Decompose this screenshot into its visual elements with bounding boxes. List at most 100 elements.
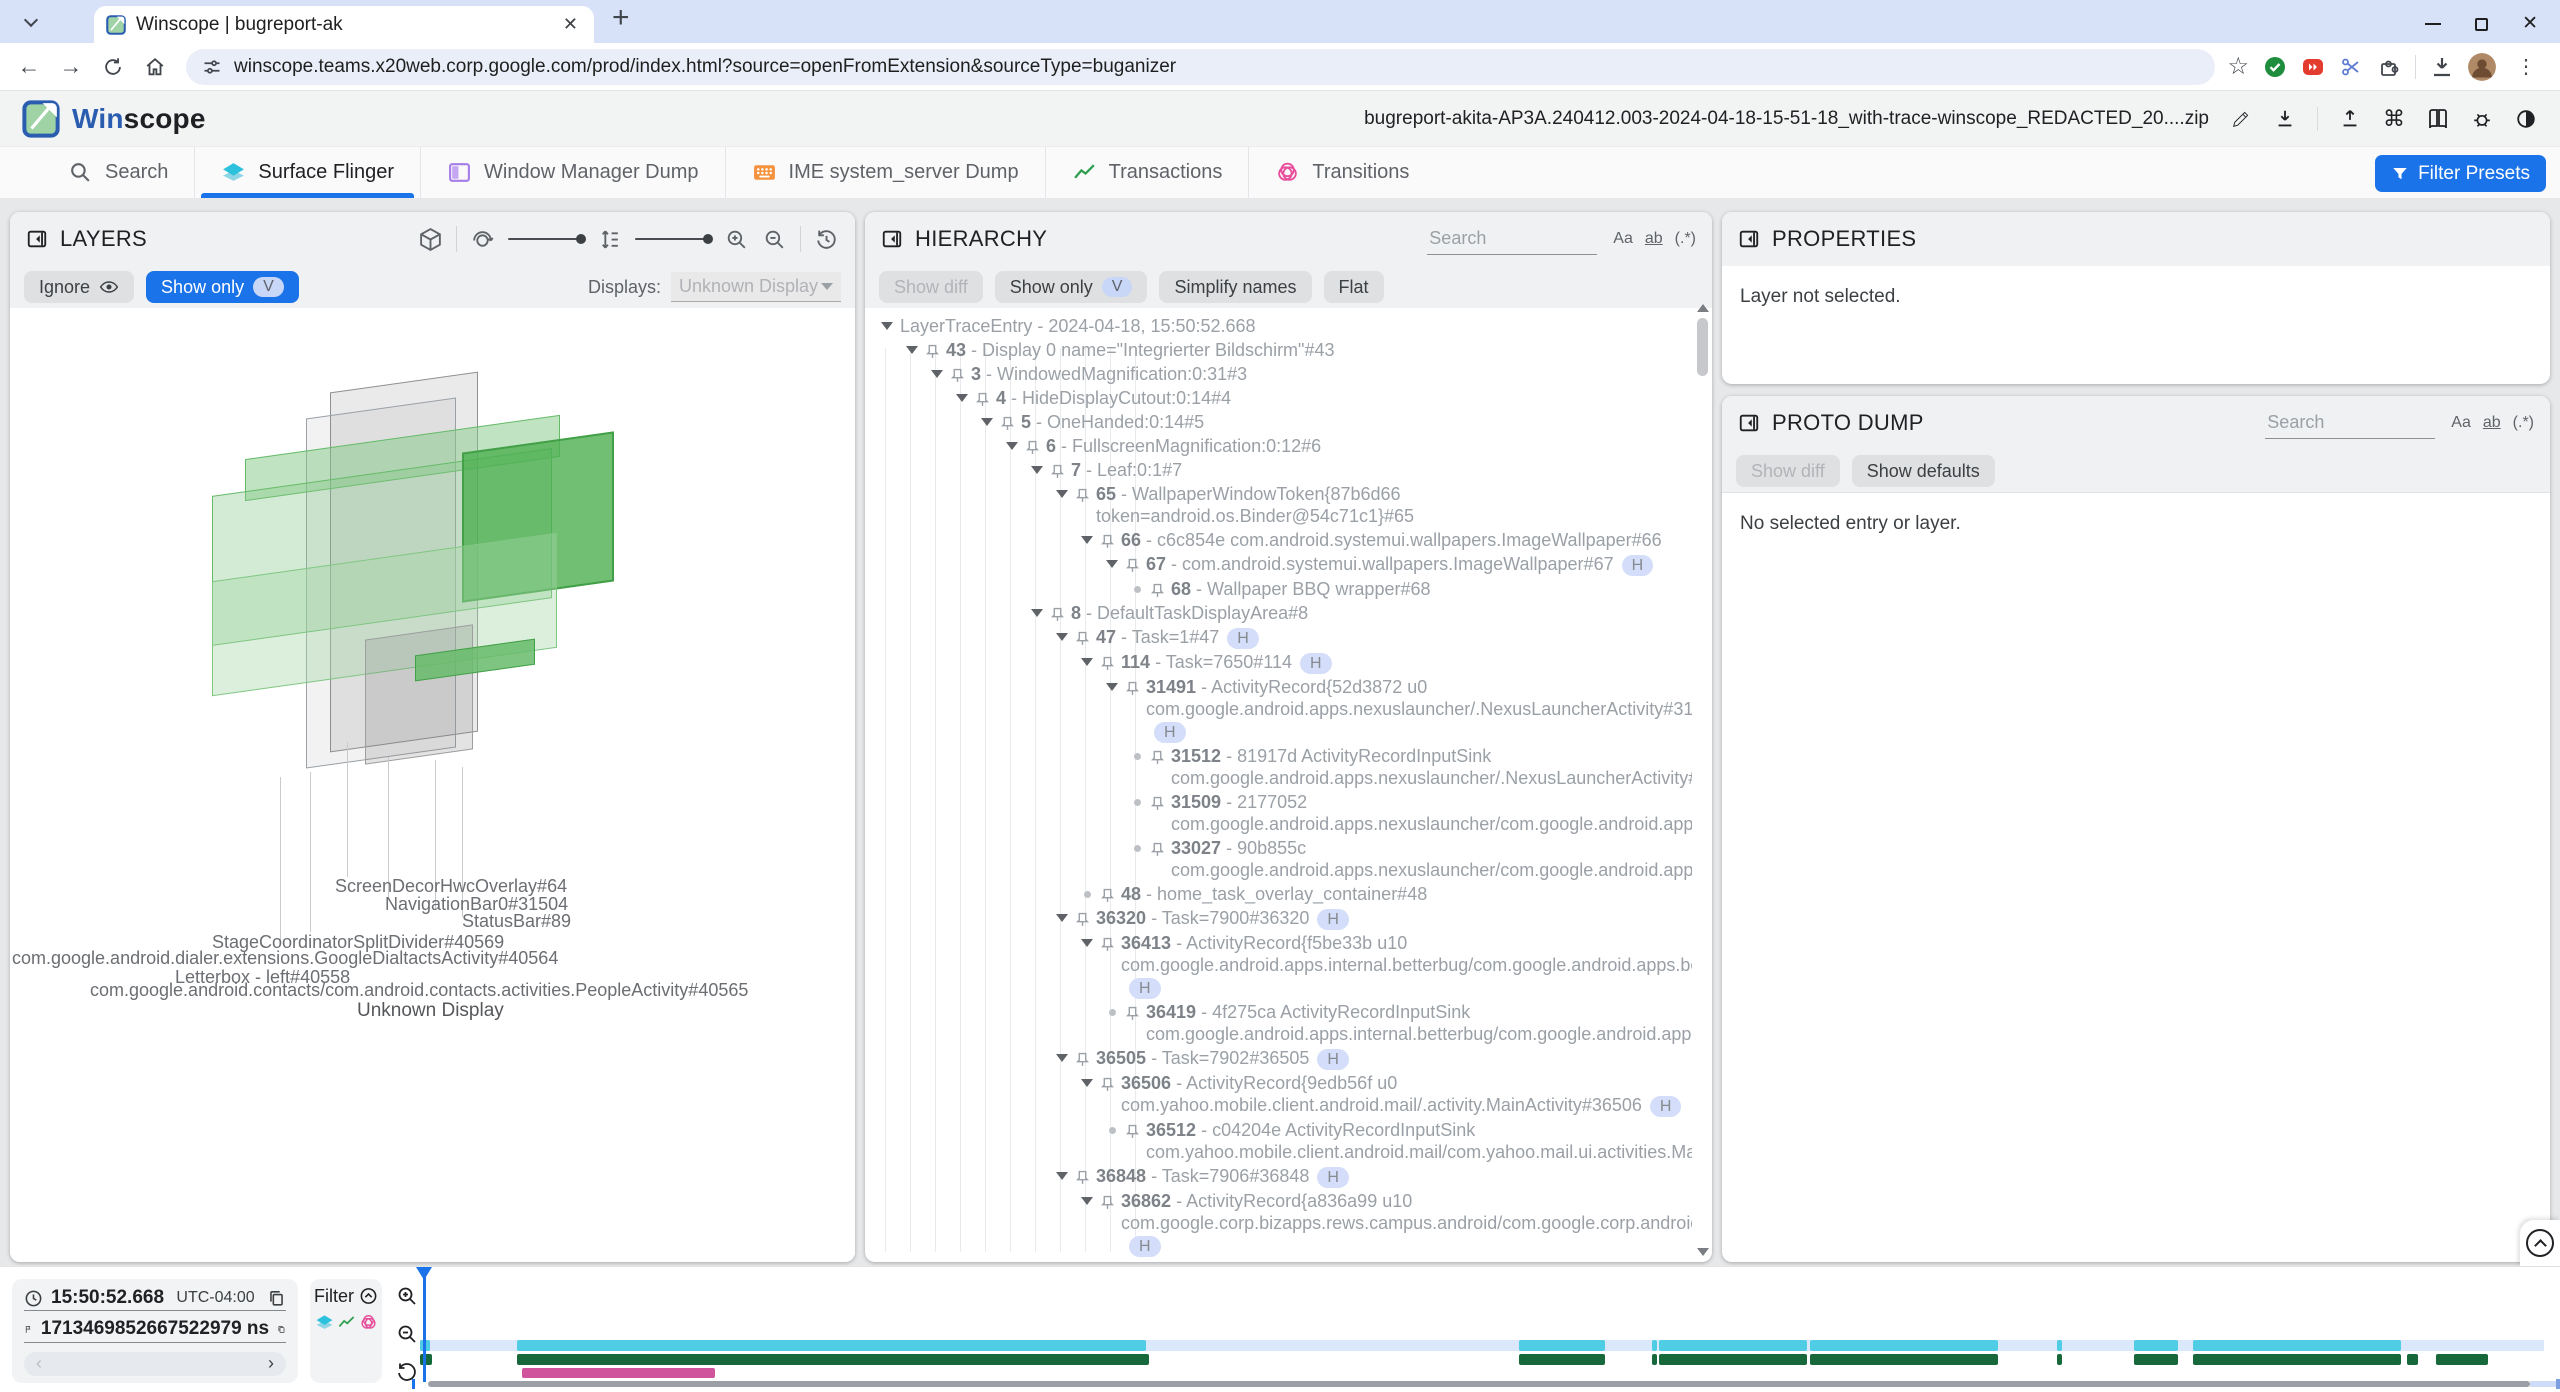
maximize-icon[interactable] (2475, 18, 2488, 31)
tree-row[interactable]: 8 - DefaultTaskDisplayArea#8 (865, 601, 1692, 625)
tree-row[interactable]: 31509 - 2177052 com.google.android.apps.… (865, 790, 1692, 836)
tree-row[interactable]: 3 - WindowedMagnification:0:31#3 (865, 362, 1692, 386)
expand-arrow-icon[interactable] (1056, 633, 1068, 641)
expand-arrow-icon[interactable] (1081, 658, 1093, 666)
layer-rect[interactable] (365, 624, 473, 764)
shortcuts-icon[interactable]: ⌘ (2382, 107, 2406, 131)
expand-arrow-icon[interactable] (1031, 466, 1043, 474)
tree-row[interactable]: 43 - Display 0 name="Integrierter Bildsc… (865, 338, 1692, 362)
extension-scissors-icon[interactable] (2339, 55, 2363, 79)
timeline-scrollbar[interactable] (420, 1381, 2560, 1387)
trace-segment[interactable] (522, 1368, 715, 1378)
trace-tab[interactable]: Search (42, 147, 194, 198)
edit-file-icon[interactable] (2229, 107, 2253, 131)
cube-3d-icon[interactable] (418, 227, 443, 252)
trace-segment[interactable] (2057, 1354, 2062, 1365)
proto-search-input[interactable] (2265, 407, 2435, 439)
timeline-row-surfaceflinger[interactable] (420, 1340, 2544, 1351)
trace-segment[interactable] (2407, 1354, 2418, 1365)
current-timestamp-ns[interactable]: 1713469852667522979 ns (41, 1318, 269, 1340)
extension-video-icon[interactable] (2301, 55, 2325, 79)
tree-row[interactable]: 5 - OneHanded:0:14#5 (865, 410, 1692, 434)
expand-arrow-icon[interactable] (1084, 891, 1091, 898)
trace-segment[interactable] (2193, 1340, 2401, 1351)
filter-presets-button[interactable]: Filter Presets (2375, 155, 2546, 192)
forward-button[interactable]: → (52, 48, 90, 86)
expand-arrow-icon[interactable] (956, 394, 968, 402)
match-word-icon[interactable]: ab (2483, 414, 2501, 432)
trace-segment[interactable] (1519, 1354, 1605, 1365)
trace-segment[interactable] (1652, 1340, 1656, 1351)
timeline-track[interactable] (420, 1267, 2560, 1392)
transitions-filter-icon[interactable] (359, 1313, 378, 1332)
layers-3d-view[interactable]: ScreenDecorHwcOverlay#64NavigationBar0#3… (10, 308, 855, 1262)
tree-row[interactable]: 36848 - Task=7906#36848H (865, 1164, 1692, 1189)
display-select[interactable]: Unknown Display (671, 272, 841, 302)
upload-icon[interactable] (2338, 107, 2362, 131)
rotation-slider[interactable] (508, 238, 584, 240)
trace-tab[interactable]: Surface Flinger (194, 147, 420, 198)
trace-segment[interactable] (1659, 1354, 1807, 1365)
match-case-icon[interactable]: Aa (2451, 414, 2471, 432)
trace-segment[interactable] (517, 1340, 1146, 1351)
tree-row[interactable]: 36506 - ActivityRecord{9edb56f u0 com.ya… (865, 1071, 1692, 1118)
expand-arrow-icon[interactable] (931, 370, 943, 378)
profile-avatar[interactable] (2468, 53, 2496, 81)
documentation-icon[interactable] (2426, 107, 2450, 131)
timeline-zoom-in-button[interactable] (390, 1279, 424, 1313)
tree-row[interactable]: 65 - WallpaperWindowToken{87b6d66 token=… (865, 482, 1692, 528)
trace-tab[interactable]: Transitions (1248, 147, 1435, 198)
expand-arrow-icon[interactable] (1006, 442, 1018, 450)
tree-row[interactable]: LayerTraceEntry - 2024-04-18, 15:50:52.6… (865, 314, 1692, 338)
collapse-panel-icon[interactable] (26, 228, 48, 250)
home-button[interactable] (136, 48, 174, 86)
reset-view-icon[interactable] (814, 227, 839, 252)
layer-spacing-icon[interactable] (597, 227, 622, 252)
browser-tab[interactable]: Winscope | bugreport-ak ✕ (94, 6, 594, 43)
expand-arrow-icon[interactable] (1081, 939, 1093, 947)
trace-segment[interactable] (1652, 1354, 1656, 1365)
match-word-icon[interactable]: ab (1645, 230, 1663, 248)
extensions-puzzle-icon[interactable] (2377, 55, 2401, 79)
tree-row[interactable]: 36320 - Task=7900#36320H (865, 906, 1692, 931)
rotation-icon[interactable] (470, 227, 495, 252)
regex-icon[interactable]: (.*) (2513, 414, 2534, 432)
tree-row[interactable]: 36505 - Task=7902#36505H (865, 1046, 1692, 1071)
tree-row[interactable]: 36413 - ActivityRecord{f5be33b u10 com.g… (865, 931, 1692, 1000)
url-bar[interactable]: winscope.teams.x20web.corp.google.com/pr… (186, 49, 2215, 85)
show-diff-chip[interactable]: Show diff (1736, 455, 1840, 487)
expand-arrow-icon[interactable] (1134, 586, 1141, 593)
collapse-panel-icon[interactable] (1738, 228, 1760, 250)
trace-segment[interactable] (2436, 1354, 2488, 1365)
tab-search-button[interactable] (16, 7, 46, 37)
match-case-icon[interactable]: Aa (1613, 230, 1633, 248)
expand-arrow-icon[interactable] (1081, 536, 1093, 544)
trace-tab[interactable]: Transactions (1045, 147, 1249, 198)
tree-row[interactable]: 66 - c6c854e com.android.systemui.wallpa… (865, 528, 1692, 552)
trace-segment[interactable] (2193, 1354, 2401, 1365)
trace-segment[interactable] (2134, 1340, 2178, 1351)
timeline-zoom-out-button[interactable] (390, 1317, 424, 1351)
timeline-row-transitions[interactable] (420, 1368, 2544, 1378)
spacing-slider[interactable] (635, 238, 711, 240)
expand-arrow-icon[interactable] (1056, 1054, 1068, 1062)
show-only-chip[interactable]: Show onlyV (995, 271, 1148, 303)
expand-arrow-icon[interactable] (1081, 1079, 1093, 1087)
current-time[interactable]: 15:50:52.668 (51, 1287, 164, 1309)
next-entry-button[interactable]: › (268, 1353, 274, 1374)
tree-row[interactable]: 31512 - 81917d ActivityRecordInputSink c… (865, 744, 1692, 790)
hierarchy-scrollbar[interactable] (1696, 304, 1709, 1256)
tree-row[interactable]: 47 - Task=1#47H (865, 625, 1692, 650)
expand-arrow-icon[interactable] (1031, 609, 1043, 617)
expand-arrow-icon[interactable] (1106, 560, 1118, 568)
collapse-filter-icon[interactable] (359, 1285, 378, 1307)
collapse-timeline-button[interactable] (2526, 1229, 2554, 1257)
prev-entry-button[interactable]: ‹ (36, 1353, 42, 1374)
expand-arrow-icon[interactable] (1134, 799, 1141, 806)
trace-segment[interactable] (1810, 1354, 1998, 1365)
layer-label[interactable]: com.google.android.dialer.extensions.Goo… (12, 948, 558, 969)
timeline-reset-zoom-button[interactable] (390, 1355, 424, 1389)
tree-row[interactable]: 31491 - ActivityRecord{52d3872 u0 com.go… (865, 675, 1692, 744)
regex-icon[interactable]: (.*) (1675, 230, 1696, 248)
reload-button[interactable] (94, 48, 132, 86)
